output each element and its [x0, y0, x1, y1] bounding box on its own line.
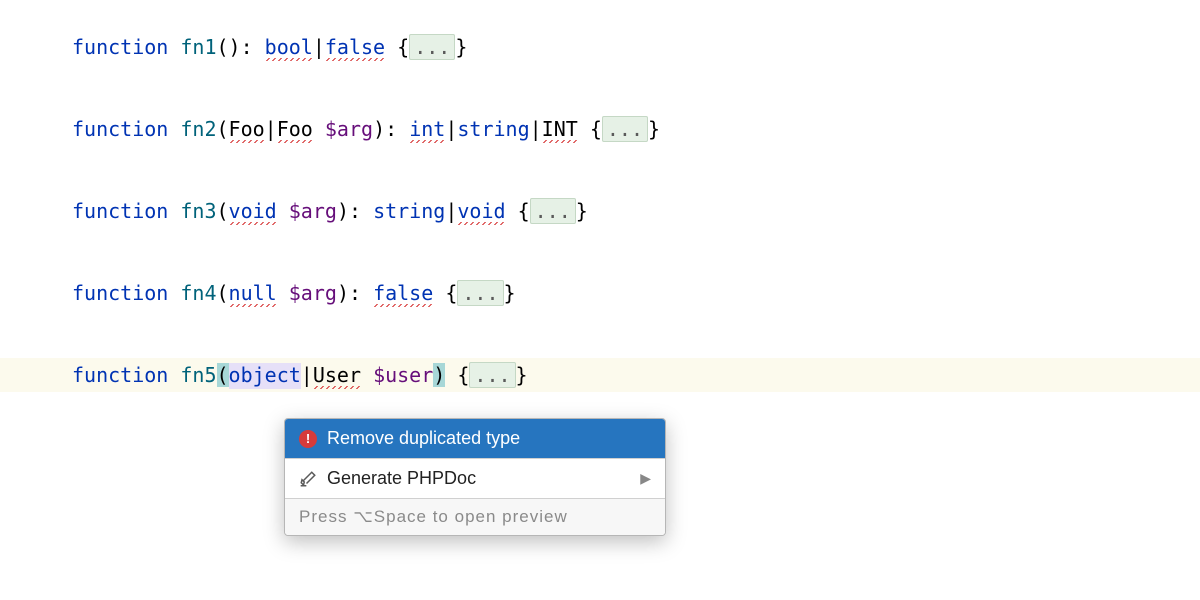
code-editor[interactable]: function fn1(): bool|false {...} functio… [0, 0, 1200, 392]
code-line-active[interactable]: function fn5(object|User $user) {...} [0, 358, 1200, 392]
fold-marker[interactable]: ... [602, 116, 648, 142]
param-type-void: void [229, 199, 277, 225]
return-type-int: int [409, 117, 445, 143]
submenu-arrow-icon: ▶ [640, 470, 651, 487]
return-type-false: false [373, 281, 433, 307]
param-type-object: object [229, 363, 301, 389]
function-name: fn2 [180, 117, 216, 141]
fold-marker[interactable]: ... [469, 362, 515, 388]
pencil-icon [299, 470, 317, 488]
function-name: fn1 [180, 35, 216, 59]
return-type-int-dup: INT [542, 117, 578, 143]
code-line[interactable]: function fn2(Foo|Foo $arg): int|string|I… [0, 112, 1200, 146]
keyword-function: function [72, 199, 168, 223]
intention-label: Remove duplicated type [327, 428, 520, 449]
param-type-user: User [313, 363, 361, 389]
intention-popup: ! Remove duplicated type Generate PHPDoc… [284, 418, 666, 536]
popup-hint: Press ⌥Space to open preview [285, 499, 665, 535]
keyword-function: function [72, 281, 168, 305]
param-type-null: null [229, 281, 277, 307]
keyword-function: function [72, 35, 168, 59]
function-name: fn4 [180, 281, 216, 305]
intention-label: Generate PHPDoc [327, 468, 476, 489]
return-type-bool: bool [265, 35, 313, 61]
intention-remove-duplicated-type[interactable]: ! Remove duplicated type [285, 419, 665, 458]
param-type-foo2: Foo [277, 117, 313, 143]
function-name: fn5 [180, 363, 216, 387]
code-line[interactable]: function fn1(): bool|false {...} [0, 30, 1200, 64]
param-type-foo1: Foo [229, 117, 265, 143]
code-line[interactable]: function fn4(null $arg): false {...} [0, 276, 1200, 310]
function-name: fn3 [180, 199, 216, 223]
return-type-string: string [373, 199, 445, 223]
param-var: $arg [289, 199, 337, 223]
fold-marker[interactable]: ... [457, 280, 503, 306]
intention-generate-phpdoc[interactable]: Generate PHPDoc ▶ [285, 459, 665, 498]
keyword-function: function [72, 363, 168, 387]
code-line[interactable]: function fn3(void $arg): string|void {..… [0, 194, 1200, 228]
return-type-void: void [457, 199, 505, 225]
keyword-function: function [72, 117, 168, 141]
return-type-false: false [325, 35, 385, 61]
fold-marker[interactable]: ... [409, 34, 455, 60]
param-var: $user [373, 363, 433, 387]
return-type-string: string [457, 117, 529, 141]
param-var: $arg [325, 117, 373, 141]
fold-marker[interactable]: ... [530, 198, 576, 224]
error-icon: ! [299, 430, 317, 448]
param-var: $arg [289, 281, 337, 305]
